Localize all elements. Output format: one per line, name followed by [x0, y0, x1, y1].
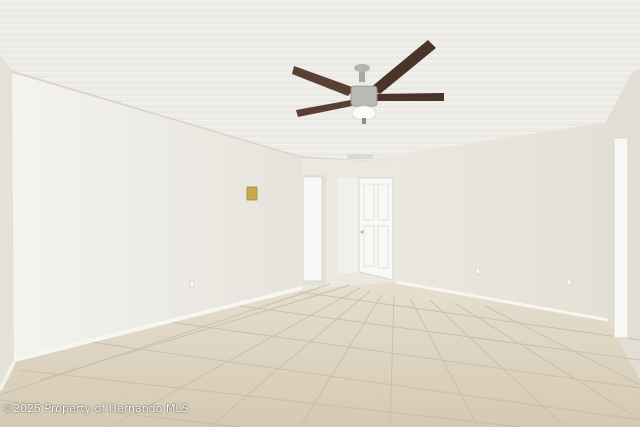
electrical-outlet-icon-2 [475, 267, 481, 275]
left-corner-wall [0, 55, 14, 392]
door-knob [360, 230, 364, 234]
fan-blade-right [376, 93, 444, 101]
electrical-outlet-icon-3 [566, 278, 572, 286]
room-illustration [0, 0, 640, 427]
closet-doorway [338, 178, 360, 273]
watermark-text: ©2025 Property of Hernando MLS [2, 402, 189, 415]
hall-back-wall [326, 178, 338, 280]
hallway-door-panel [302, 176, 323, 282]
thermostat-icon [246, 186, 258, 201]
electrical-outlet-icon [189, 280, 195, 288]
fan-light [351, 105, 377, 121]
hall-ceiling-vent [347, 154, 373, 159]
room-photo: ©2025 Property of Hernando MLS [0, 0, 640, 427]
fan-motor-housing [350, 85, 378, 107]
closet-door-right [613, 137, 629, 339]
